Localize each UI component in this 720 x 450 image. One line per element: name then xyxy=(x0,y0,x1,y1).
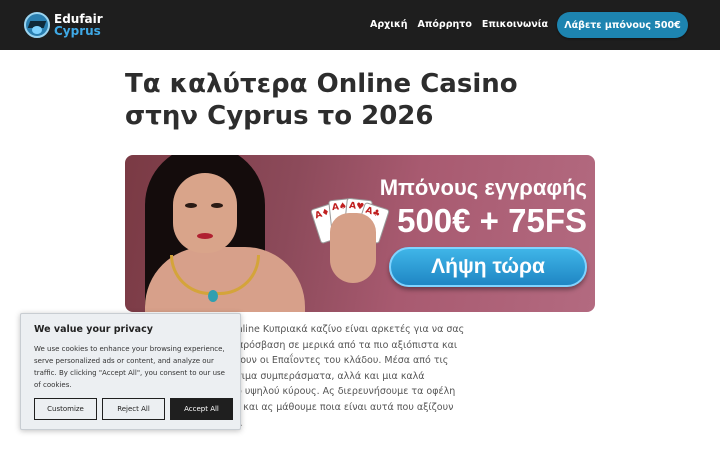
banner-headline: Μπόνους εγγραφής xyxy=(379,175,587,200)
nav-item-privacy[interactable]: Απόρρητο xyxy=(418,19,472,30)
page-title: Τα καλύτερα Online Casino στην Cyprus το… xyxy=(125,69,518,131)
graduation-globe-icon xyxy=(24,12,50,38)
cookie-text: We use cookies to enhance your browsing … xyxy=(34,345,225,389)
bonus-banner[interactable]: A♦ A♠ A♥ A♣ Μπόνους εγγραφής 500€ + 75FS… xyxy=(125,155,595,312)
main-nav: Αρχική Απόρρητο Επικοινωνία xyxy=(370,19,548,30)
claim-now-button[interactable]: Λήψη τώρα xyxy=(389,247,587,287)
reject-all-button[interactable]: Reject All xyxy=(102,398,165,420)
logo-text-line2: Cyprus xyxy=(54,24,101,38)
site-logo[interactable]: Edufair Cyprus xyxy=(24,10,103,40)
customize-button[interactable]: Customize xyxy=(34,398,97,420)
banner-bonus-amount: 500€ + 75FS xyxy=(397,202,587,239)
nav-item-contact[interactable]: Επικοινωνία xyxy=(482,19,548,30)
top-navbar: Edufair Cyprus Αρχική Απόρρητο Επικοινων… xyxy=(0,0,720,50)
cookie-title: We value your privacy xyxy=(34,324,153,335)
cookie-consent-dialog: We value your privacy We use cookies to … xyxy=(20,313,241,430)
get-bonus-button[interactable]: Λάβετε μπόνους 500€ xyxy=(557,12,688,38)
accept-all-button[interactable]: Accept All xyxy=(170,398,233,420)
nav-item-home[interactable]: Αρχική xyxy=(370,19,408,30)
